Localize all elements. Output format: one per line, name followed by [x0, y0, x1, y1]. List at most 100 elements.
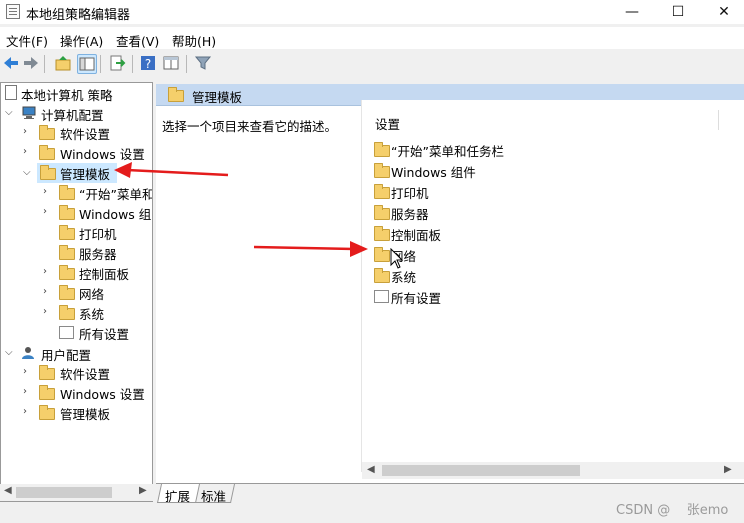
menu-help[interactable]: 帮助(H) [172, 31, 216, 50]
folder-icon [59, 185, 75, 200]
toolbar-separator [44, 55, 45, 73]
folder-icon [39, 385, 55, 400]
tree-label: 系统 [79, 307, 105, 322]
toolbar-separator [132, 55, 133, 73]
toolbar: ? [0, 49, 744, 79]
all-settings-icon [59, 326, 74, 339]
chevron-right-icon[interactable]: › [43, 207, 53, 217]
mouse-cursor-icon [390, 248, 404, 269]
scroll-thumb[interactable] [16, 487, 112, 498]
tree-windows-components[interactable]: › Windows 组 [1, 203, 152, 223]
tree-label: 控制面板 [79, 267, 130, 282]
tree-user-software[interactable]: › 软件设置 [1, 363, 152, 383]
all-settings-icon [374, 290, 389, 303]
tree-label: 打印机 [79, 227, 117, 242]
chevron-right-icon[interactable]: › [23, 147, 33, 157]
chevron-right-icon[interactable]: › [23, 387, 33, 397]
tree-admin-templates[interactable]: 管理模板 [37, 163, 117, 183]
window-title: 本地组策略编辑器 [26, 8, 131, 23]
tree-label: Windows 设置 [60, 387, 145, 402]
chevron-right-icon[interactable]: › [43, 287, 53, 297]
details-header-title: 管理模板 [192, 90, 243, 105]
tree-pane: 本地计算机 策略 ⌵ 计算机配置 › 软件设置 › Windows 设置 管理模… [0, 82, 153, 502]
folder-icon [374, 163, 390, 178]
app-icon [6, 4, 20, 19]
folder-icon [39, 365, 55, 380]
folder-icon [374, 226, 390, 241]
chevron-down-icon[interactable]: ⌵ [5, 348, 15, 358]
toolbar-separator [100, 55, 101, 73]
tree-label: Windows 组 [79, 207, 152, 222]
tree-label: 网络 [79, 287, 105, 302]
scroll-right-icon[interactable]: ▶ [139, 485, 147, 496]
maximize-button[interactable]: ☐ [655, 0, 701, 24]
column-header-setting[interactable]: 设置 [375, 114, 400, 133]
chevron-down-icon[interactable]: ⌵ [23, 167, 31, 178]
chevron-down-icon[interactable]: ⌵ [5, 108, 15, 118]
list-item-label: “开始”菜单和任务栏 [391, 144, 504, 159]
tree-windows-settings[interactable]: › Windows 设置 [1, 143, 152, 163]
tree-user-config[interactable]: ⌵ 用户配置 [3, 344, 152, 364]
chevron-right-icon[interactable]: › [43, 267, 53, 277]
folder-icon [168, 87, 184, 102]
tree-printers[interactable]: 打印机 [1, 223, 152, 243]
tree-label: 管理模板 [60, 407, 111, 422]
settings-list: 设置 “开始”菜单和任务栏 Windows 组件 打印机 服务器 控制面板 网络 [361, 100, 744, 479]
menu-action[interactable]: 操作(A) [60, 31, 103, 50]
folder-icon [374, 184, 390, 199]
folder-icon [59, 265, 75, 280]
tree-network[interactable]: › 网络 [1, 283, 152, 303]
tree-user-windows[interactable]: › Windows 设置 [1, 383, 152, 403]
tree-servers[interactable]: 服务器 [1, 243, 152, 263]
tree-start-menu[interactable]: › “开始”菜单和 [1, 183, 152, 203]
svg-text:?: ? [145, 57, 151, 71]
tree-user-admin[interactable]: › 管理模板 [1, 403, 152, 423]
menu-file[interactable]: 文件(F) [6, 31, 48, 50]
tree-computer-config-label: 计算机配置 [41, 108, 104, 123]
close-button[interactable]: ✕ [701, 0, 744, 24]
tree-system[interactable]: › 系统 [1, 303, 152, 323]
extended-view-icon[interactable] [162, 54, 180, 72]
chevron-right-icon[interactable]: › [23, 367, 33, 377]
chevron-right-icon[interactable]: › [43, 187, 53, 197]
folder-icon [374, 247, 390, 262]
export-list-icon[interactable] [108, 54, 126, 72]
user-icon [22, 347, 34, 359]
tree-user-config-label: 用户配置 [41, 348, 92, 363]
minimize-button[interactable]: — [609, 0, 655, 24]
menu-view[interactable]: 查看(V) [116, 31, 159, 50]
back-arrow-icon[interactable] [2, 54, 20, 72]
tree-root-label: 本地计算机 策略 [21, 88, 113, 103]
show-hide-tree-icon[interactable] [77, 54, 97, 74]
tree-horizontal-scrollbar[interactable]: ◀ ▶ [0, 484, 153, 501]
scroll-right-icon[interactable]: ▶ [724, 464, 732, 475]
list-item-label: Windows 组件 [391, 165, 476, 180]
chevron-right-icon[interactable]: › [43, 307, 53, 317]
folder-icon [39, 125, 55, 140]
list-item-label: 服务器 [391, 207, 429, 222]
tree-label: 管理模板 [60, 167, 111, 182]
help-icon[interactable]: ? [139, 54, 157, 72]
folder-icon [374, 268, 390, 283]
list-item-label: 所有设置 [391, 291, 442, 306]
scroll-thumb[interactable] [382, 465, 580, 476]
up-folder-icon[interactable] [54, 54, 72, 72]
tree-computer-config[interactable]: ⌵ 计算机配置 [3, 104, 152, 124]
filter-icon[interactable] [194, 54, 212, 72]
scroll-left-icon[interactable]: ◀ [4, 485, 12, 496]
policy-document-icon [5, 85, 17, 100]
tree-control-panel[interactable]: › 控制面板 [1, 263, 152, 283]
tree-software-settings[interactable]: › 软件设置 [1, 123, 152, 143]
folder-open-icon [40, 165, 56, 180]
list-horizontal-scrollbar[interactable]: ◀ ▶ [362, 462, 744, 479]
toolbar-separator [186, 55, 187, 73]
chevron-right-icon[interactable]: › [23, 127, 33, 137]
forward-arrow-icon[interactable] [22, 54, 40, 72]
tree-label: 软件设置 [60, 127, 111, 142]
tree-all-settings[interactable]: 所有设置 [1, 323, 152, 343]
tree-label: 软件设置 [60, 367, 111, 382]
scroll-left-icon[interactable]: ◀ [367, 464, 375, 475]
chevron-right-icon[interactable]: › [23, 407, 33, 417]
folder-icon [39, 145, 55, 160]
folder-icon [374, 142, 390, 157]
